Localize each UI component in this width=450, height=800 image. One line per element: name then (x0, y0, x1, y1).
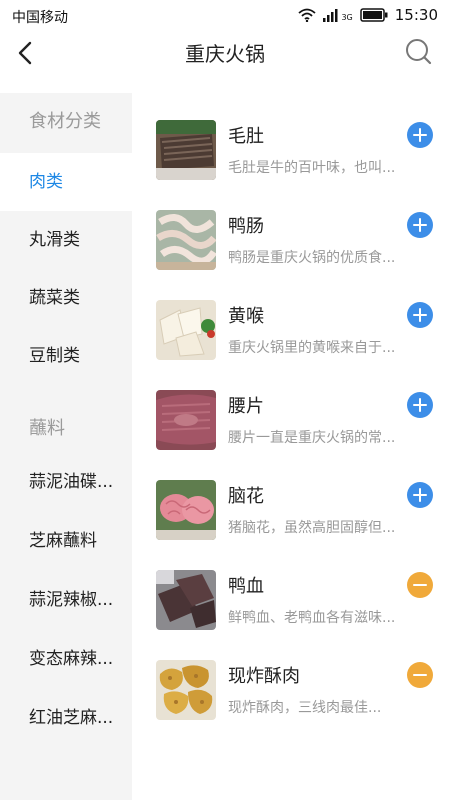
item-description: 毛肚是牛的百叶味，也叫... (228, 160, 396, 176)
item-name: 鸭血 (228, 576, 264, 597)
signal-icon: 3G (323, 8, 353, 22)
add-button[interactable] (407, 302, 433, 328)
item-description: 鸭肠是重庆火锅的优质食... (228, 250, 396, 266)
search-button[interactable] (404, 37, 434, 67)
category-sidebar: 食材分类 肉类 丸滑类 蔬菜类 豆制类 蘸料 蒜泥油碟... 芝麻蘸料 蒜泥辣椒… (0, 93, 132, 800)
status-time: 15:30 (394, 6, 438, 24)
item-name: 现炸酥肉 (228, 666, 300, 687)
sidebar-item-garlic-chili[interactable]: 蒜泥辣椒... (0, 571, 132, 629)
tripe-photo (156, 120, 216, 180)
search-icon (406, 39, 432, 65)
plus-icon (419, 218, 421, 232)
minus-icon (413, 674, 427, 676)
item-description: 重庆火锅里的黄喉来自于... (228, 340, 396, 356)
status-icons: 3G 15:30 (298, 6, 438, 24)
list-item[interactable]: 脑花 猪脑花，虽然高胆固醇但... (156, 480, 436, 542)
header-bar: 重庆火锅 (0, 32, 450, 74)
wifi-icon (298, 8, 317, 22)
plus-icon (419, 128, 421, 142)
carrier-name: 中国移动 (12, 10, 68, 26)
item-name: 黄喉 (228, 306, 264, 327)
item-description: 猪脑花，虽然高胆固醇但... (228, 520, 396, 536)
add-button[interactable] (407, 392, 433, 418)
sidebar-item-chili-sesame[interactable]: 红油芝麻... (0, 689, 132, 747)
sidebar-item-tofu[interactable]: 豆制类 (0, 327, 132, 385)
sidebar-item-extra-spicy[interactable]: 变态麻辣... (0, 630, 132, 688)
list-item[interactable]: 腰片 腰片一直是重庆火锅的常... (156, 390, 436, 452)
item-description: 鲜鸭血、老鸭血各有滋味... (228, 610, 396, 626)
plus-icon (419, 308, 421, 322)
minus-icon (413, 584, 427, 586)
item-name: 鸭肠 (228, 216, 264, 237)
item-name: 脑花 (228, 486, 264, 507)
sidebar-section-title: 食材分类 (29, 111, 101, 132)
list-item[interactable]: 鸭血 鲜鸭血、老鸭血各有滋味... (156, 570, 436, 632)
remove-button[interactable] (407, 572, 433, 598)
duck-intestine-photo (156, 210, 216, 270)
aorta-photo (156, 300, 216, 360)
plus-icon (419, 488, 421, 502)
page-title: 重庆火锅 (185, 42, 265, 66)
list-item[interactable]: 黄喉 重庆火锅里的黄喉来自于... (156, 300, 436, 362)
fried-pork-photo (156, 660, 216, 720)
item-description: 现炸酥肉，三线肉最佳... (228, 700, 382, 716)
item-name: 毛肚 (228, 126, 264, 147)
sidebar-item-meat[interactable]: 肉类 (0, 153, 132, 211)
plus-icon (419, 398, 421, 412)
battery-icon (360, 8, 388, 22)
item-description: 腰片一直是重庆火锅的常... (228, 430, 396, 446)
status-bar: 中国移动 3G 15:30 (0, 0, 450, 32)
pig-brain-photo (156, 480, 216, 540)
add-button[interactable] (407, 212, 433, 238)
add-button[interactable] (407, 122, 433, 148)
sidebar-section-title: 蘸料 (29, 418, 65, 439)
network-type: 3G (341, 12, 353, 22)
sidebar-item-vegetables[interactable]: 蔬菜类 (0, 269, 132, 327)
sidebar-item-garlic-oil[interactable]: 蒜泥油碟... (0, 453, 132, 511)
kidney-slice-photo (156, 390, 216, 450)
remove-button[interactable] (407, 662, 433, 688)
duck-blood-photo (156, 570, 216, 630)
sidebar-item-balls[interactable]: 丸滑类 (0, 211, 132, 269)
item-name: 腰片 (228, 396, 264, 417)
list-item[interactable]: 毛肚 毛肚是牛的百叶味，也叫... (156, 120, 436, 182)
sidebar-item-sesame[interactable]: 芝麻蘸料 (0, 512, 132, 570)
list-item[interactable]: 现炸酥肉 现炸酥肉，三线肉最佳... (156, 660, 436, 722)
add-button[interactable] (407, 482, 433, 508)
list-item[interactable]: 鸭肠 鸭肠是重庆火锅的优质食... (156, 210, 436, 272)
